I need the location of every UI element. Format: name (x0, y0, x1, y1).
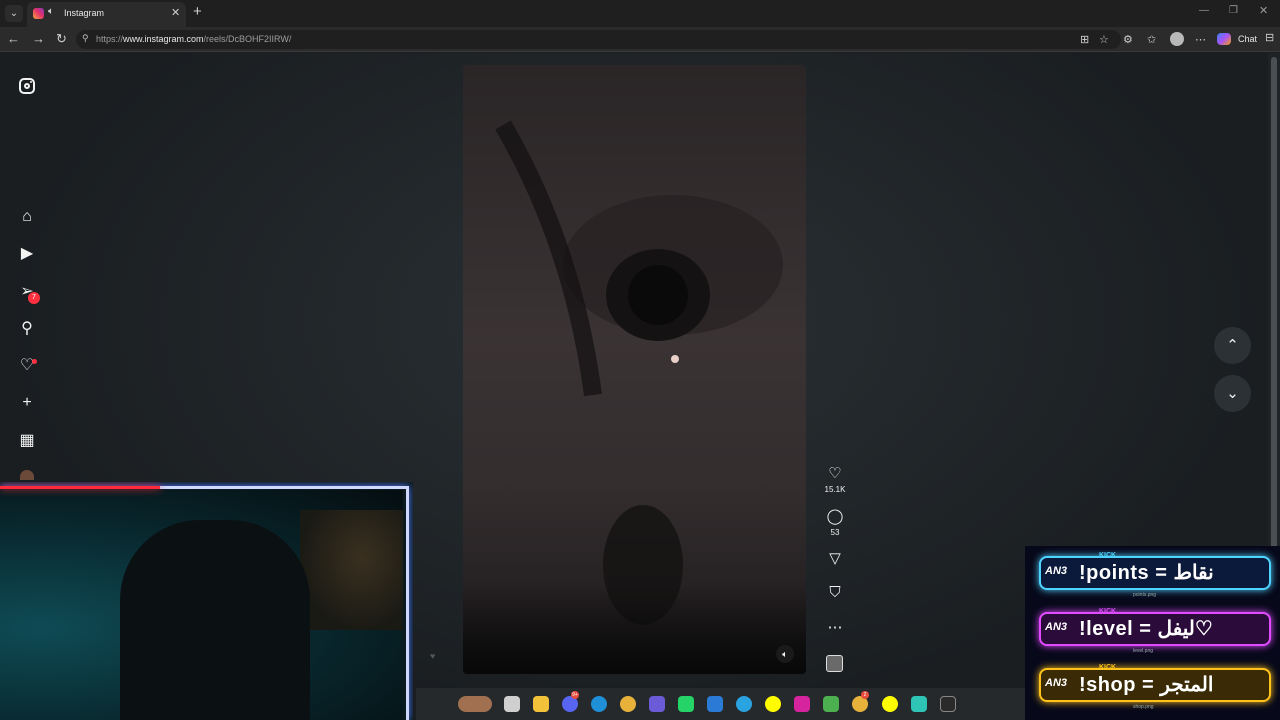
save-button[interactable]: ⛉ (822, 584, 848, 602)
speaker-icon[interactable]: 🔈︎ (48, 6, 54, 17)
maximize-button[interactable]: ❐ (1229, 5, 1238, 16)
chat-label: Chat (1238, 34, 1258, 44)
taskbar: 9+ 2 (416, 688, 1026, 720)
mute-button[interactable]: 🔈︎ (776, 645, 794, 663)
reload-button[interactable]: ↻ (56, 31, 67, 47)
chrome-icon[interactable] (620, 696, 636, 712)
chrome-badge: 2 (861, 691, 869, 699)
like-button[interactable]: ♡ 15.1K (822, 465, 848, 494)
snapchat-icon[interactable] (765, 696, 781, 712)
reels-icon[interactable]: ▶ (17, 244, 37, 264)
profile-avatar-sidebar[interactable] (20, 470, 34, 480)
comment-button[interactable]: ◯ 53 (822, 508, 848, 537)
command-file: level.png (1133, 648, 1154, 654)
kick-label: KICK (1099, 608, 1117, 615)
tab-bar: ⌄ 🔈︎ Instagram ✕ + — ❐ ✕ (0, 0, 1280, 27)
telegram-icon[interactable] (736, 696, 752, 712)
tab-actions-menu-button[interactable]: ⌄ (5, 5, 23, 22)
url-text[interactable]: https://www.instagram.com/reels/DcBOHF2I… (96, 34, 291, 44)
kick-label: KICK (1099, 552, 1117, 559)
heart-icon: ♡ (828, 465, 842, 482)
next-reel-button[interactable]: ⌄ (1214, 375, 1251, 412)
edge-icon[interactable] (591, 696, 607, 712)
tab-instagram[interactable]: 🔈︎ Instagram ✕ (27, 2, 186, 27)
tab-close-button[interactable]: ✕ (171, 6, 180, 19)
messages-badge: 7 (28, 292, 40, 304)
whatsapp-icon[interactable] (678, 696, 694, 712)
share-button[interactable]: ▽ (822, 550, 848, 568)
previous-reel-button[interactable]: ⌃ (1214, 327, 1251, 364)
extensions-icon[interactable]: ⚙ (1123, 33, 1133, 46)
tab-title: Instagram (64, 8, 105, 18)
app-available-icon[interactable]: ⊞ (1080, 33, 1089, 46)
faint-heart-icon: ♥ (430, 651, 436, 661)
browser-toolbar: ← → ↻ ⚲ https://www.instagram.com/reels/… (0, 27, 1280, 52)
kick-command-level: AN3 KICK !level = ليفل♡ level.png (1039, 608, 1271, 654)
bookmark-icon: ⛉ (829, 584, 841, 601)
new-tab-button[interactable]: + (193, 3, 202, 20)
favorites-icon[interactable]: ✩ (1147, 33, 1156, 46)
more-options-button[interactable]: ⋯ (822, 619, 848, 637)
minimize-button[interactable]: — (1199, 5, 1209, 16)
defender-icon[interactable] (707, 696, 723, 712)
kick-command-points: AN3 KICK !points = نقاط points.png (1039, 552, 1271, 598)
copilot-icon (1217, 33, 1231, 45)
back-button[interactable]: ← (7, 31, 20, 46)
send-icon: ▽ (829, 550, 841, 567)
copilot-chat-button[interactable]: Chat (1215, 31, 1261, 48)
instagram-icon[interactable] (794, 696, 810, 712)
instagram-logo-icon[interactable] (19, 78, 35, 94)
reel-video[interactable]: 🔈︎ (463, 65, 806, 674)
task-view-icon[interactable] (504, 696, 520, 712)
kick-commands-overlay: AN3 KICK !points = نقاط points.png AN3 K… (1025, 546, 1280, 720)
instagram-favicon-icon (33, 8, 44, 19)
audio-thumbnail[interactable] (826, 655, 843, 672)
more-icon: ⋯ (827, 619, 843, 636)
discord-badge: 9+ (571, 691, 579, 699)
command-text: !level = ليفل♡ (1079, 618, 1213, 640)
file-explorer-icon[interactable] (533, 696, 549, 712)
reel-video-frame (495, 120, 783, 625)
webcam-red-accent (0, 486, 160, 489)
comment-icon: ◯ (826, 508, 844, 525)
address-bar[interactable]: ⚲ https://www.instagram.com/reels/DcBOHF… (76, 30, 1121, 49)
search-icon[interactable]: ⚲ (17, 319, 37, 339)
more-menu-icon[interactable]: ⋯ (1195, 33, 1206, 46)
command-text: !points = نقاط (1079, 562, 1214, 584)
command-text: !shop = المتجر (1079, 674, 1214, 696)
weather-widget-icon[interactable] (458, 696, 492, 712)
webcam-overlay (0, 482, 413, 720)
comment-count: 53 (830, 528, 840, 537)
command-file: points.png (1133, 592, 1157, 598)
create-plus-icon[interactable]: + (17, 393, 37, 413)
profile-avatar[interactable] (1170, 32, 1184, 46)
dashboard-icon[interactable]: ▦ (17, 431, 37, 451)
snapchat-alt-icon[interactable] (882, 696, 898, 712)
close-window-button[interactable]: ✕ (1259, 4, 1268, 17)
kick-label: KICK (1099, 664, 1117, 671)
site-info-icon[interactable]: ⚲ (82, 33, 89, 44)
an3-logo: AN3 (1045, 621, 1068, 633)
forward-button[interactable]: → (32, 31, 45, 46)
command-file: shop.png (1133, 704, 1154, 710)
an3-logo: AN3 (1045, 677, 1068, 689)
epic-games-icon[interactable] (940, 696, 956, 712)
sidebar-toggle-icon[interactable]: ⊟ (1265, 31, 1274, 44)
teams-icon[interactable] (649, 696, 665, 712)
webcam-frame (0, 486, 409, 720)
notification-dot (32, 359, 37, 364)
app-icon[interactable] (911, 696, 927, 712)
like-count: 15.1K (824, 485, 846, 494)
stacked-app-icon[interactable] (823, 696, 839, 712)
video-shade (463, 585, 806, 674)
favorite-star-icon[interactable]: ☆ (1099, 33, 1109, 46)
home-icon[interactable]: ⌂ (17, 207, 37, 227)
an3-logo: AN3 (1045, 565, 1068, 577)
kick-command-shop: AN3 KICK !shop = المتجر shop.png (1039, 664, 1271, 710)
